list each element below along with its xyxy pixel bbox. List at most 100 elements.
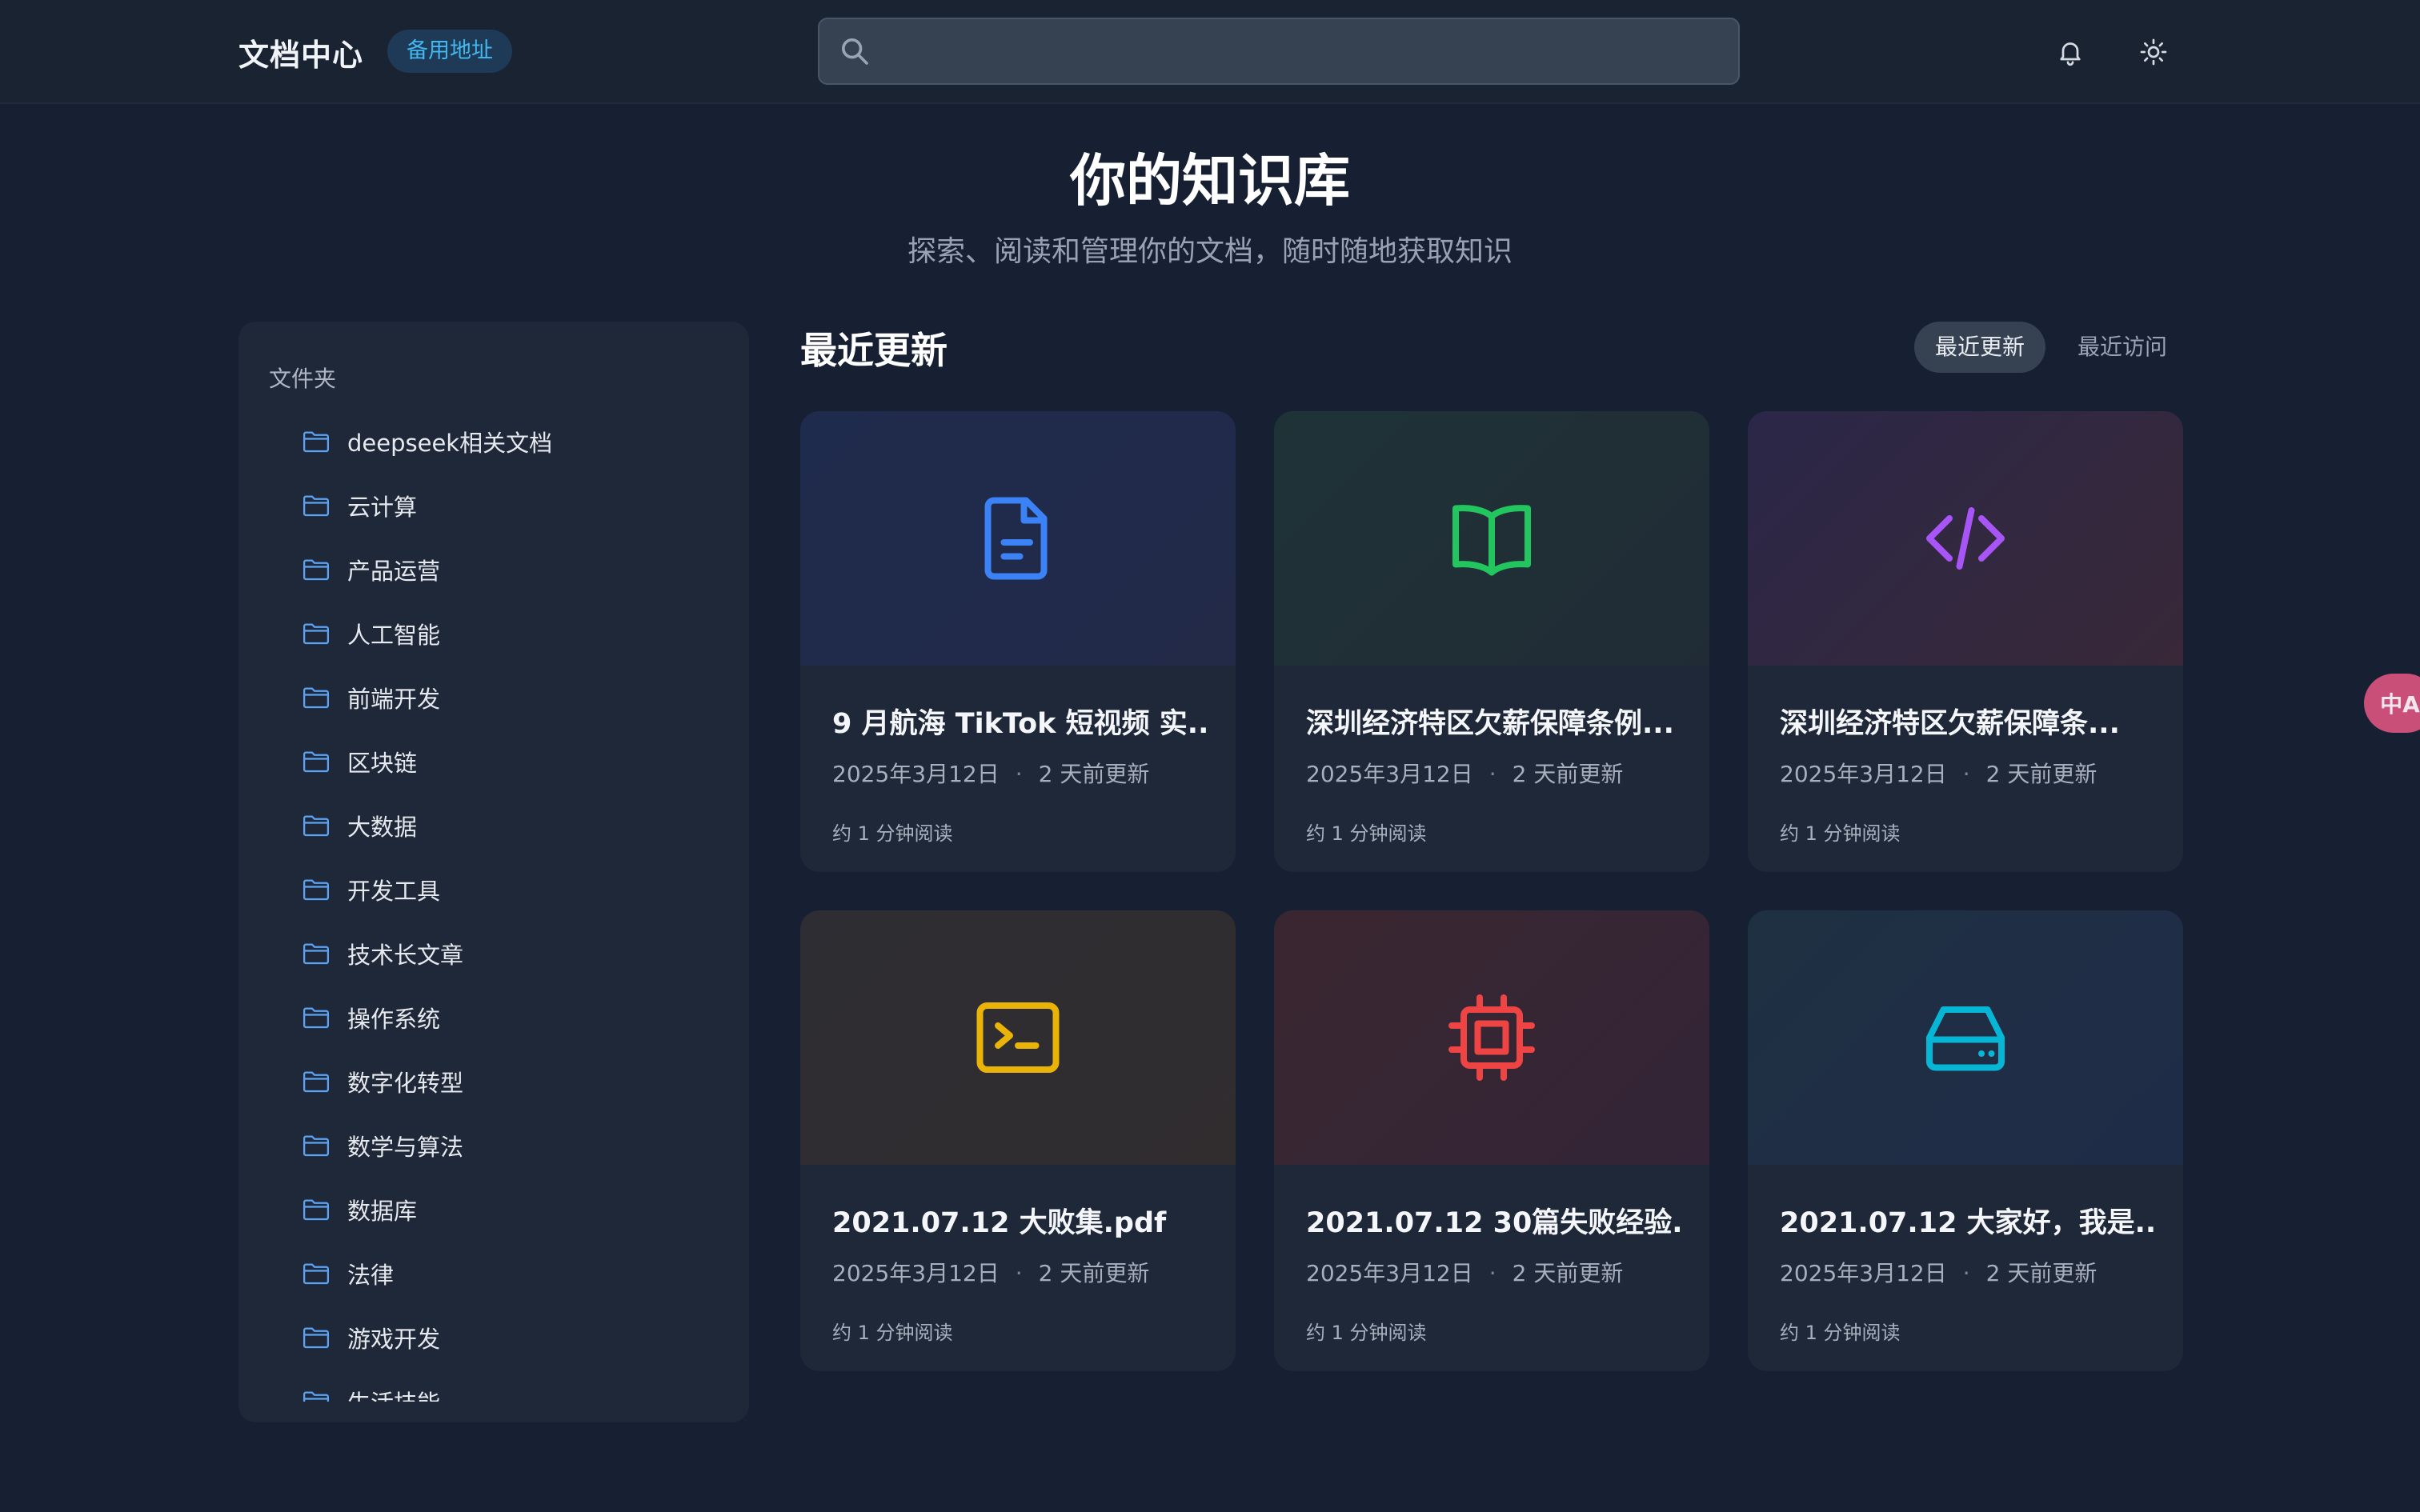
search-input[interactable] [883, 19, 1732, 83]
card-title[interactable]: 深圳经济特区欠薪保障条... [1780, 701, 2156, 742]
card-title[interactable]: 2021.07.12 30篇失败经验... [1306, 1200, 1682, 1241]
brand-title[interactable]: 文档中心 [238, 30, 363, 74]
folder-label: 法律 [347, 1262, 395, 1289]
folder-sidebar[interactable]: 文件夹 deepseek相关文档9云计算364产品运营355人工智能665前端开… [238, 322, 749, 1422]
notification-button[interactable] [2050, 32, 2090, 72]
card-thumbnail [1274, 910, 1709, 1165]
folder-icon [302, 1391, 330, 1402]
card-thumbnail [800, 910, 1236, 1165]
folder-label: 大数据 [347, 814, 418, 841]
card-title[interactable]: 2021.07.12 大家好，我是... [1780, 1200, 2156, 1241]
drive-icon [1926, 1006, 2005, 1071]
card-title[interactable]: 深圳经济特区欠薪保障条例... [1306, 701, 1682, 742]
code-icon [1926, 507, 2005, 570]
theme-toggle-button[interactable] [2134, 32, 2174, 72]
folder-icon [302, 1199, 330, 1221]
alt-address-badge[interactable]: 备用地址 [387, 30, 512, 73]
card-meta: 2025年3月12日 · 2 天前更新 [1780, 1256, 2097, 1288]
card-meta: 2025年3月12日 · 2 天前更新 [1306, 1256, 1623, 1288]
document-card[interactable]: 深圳经济特区欠薪保障条... 2025年3月12日 · 2 天前更新约 1 分钟阅读 [1748, 411, 2183, 872]
document-card[interactable]: 深圳经济特区欠薪保障条例... 2025年3月12日 · 2 天前更新约 1 分钟阅读 [1274, 411, 1709, 872]
folder-item[interactable]: 前端开发371 [302, 666, 749, 730]
folder-item[interactable]: 数字化转型59 [302, 1050, 749, 1114]
folder-item[interactable]: 数据库441 [302, 1178, 749, 1242]
page-subtitle: 探索、阅读和管理你的文档，随时随地获取知识 [907, 235, 1512, 268]
folder-label: 数学与算法 [347, 1134, 464, 1161]
folder-label: 数据库 [347, 1198, 418, 1225]
folder-item[interactable]: 技术长文章97 [302, 922, 749, 986]
folder-item[interactable]: 生活技能 [302, 1370, 749, 1402]
folder-icon [302, 879, 330, 901]
folder-list[interactable]: deepseek相关文档9云计算364产品运营355人工智能665前端开发371… [238, 410, 749, 1402]
card-read-time: 约 1 分钟阅读 [832, 822, 953, 845]
card-title[interactable]: 2021.07.12 大败集.pdf [832, 1200, 1208, 1241]
tab-recent-updates[interactable]: 最近更新 [1914, 322, 2046, 373]
card-read-time: 约 1 分钟阅读 [1780, 1322, 1901, 1344]
folder-item[interactable]: 游戏开发41 [302, 1306, 749, 1370]
card-read-time: 约 1 分钟阅读 [1306, 822, 1427, 845]
folder-item[interactable]: 数学与算法76 [302, 1114, 749, 1178]
folder-label: 技术长文章 [347, 942, 464, 969]
card-date: 2025年3月12日 [1780, 1260, 1947, 1286]
folder-item[interactable]: 操作系统492 [302, 986, 749, 1050]
tab-recent-visits[interactable]: 最近访问 [2057, 322, 2188, 373]
card-thumbnail [1748, 411, 2183, 666]
folder-label: 区块链 [347, 750, 418, 777]
folder-item[interactable]: 开发工具60 [302, 858, 749, 922]
folder-icon [302, 495, 330, 517]
folder-item[interactable]: 大数据344 [302, 794, 749, 858]
card-thumbnail [1274, 411, 1709, 666]
chip-icon [1448, 994, 1535, 1081]
folder-item[interactable]: 云计算364 [302, 474, 749, 538]
card-updated: 2 天前更新 [1985, 1260, 2097, 1286]
folder-icon [302, 1007, 330, 1029]
card-date: 2025年3月12日 [832, 761, 1000, 787]
terminal-icon [976, 1002, 1060, 1073]
card-updated: 2 天前更新 [1985, 761, 2097, 787]
card-date: 2025年3月12日 [832, 1260, 1000, 1286]
document-card[interactable]: 2021.07.12 大家好，我是... 2025年3月12日 · 2 天前更新约 1… [1748, 910, 2183, 1371]
folder-item[interactable]: 区块链35 [302, 730, 749, 794]
folder-item[interactable]: 产品运营355 [302, 538, 749, 602]
folder-item[interactable]: 人工智能665 [302, 602, 749, 666]
folder-label: 人工智能 [347, 622, 441, 649]
folder-icon [302, 815, 330, 837]
card-updated: 2 天前更新 [1512, 1260, 1624, 1286]
page-title: 你的知识库 [1070, 148, 1350, 214]
meta-separator: · [1015, 1260, 1023, 1286]
folder-label: 开发工具 [347, 878, 441, 905]
folder-label: 数字化转型 [347, 1070, 464, 1097]
bell-icon [2060, 42, 2081, 66]
card-read-time: 约 1 分钟阅读 [1780, 822, 1901, 845]
card-meta: 2025年3月12日 · 2 天前更新 [832, 1256, 1149, 1288]
folder-icon [302, 431, 330, 453]
card-title[interactable]: 9 月航海 TikTok 短视频 实... [832, 701, 1208, 742]
folder-label: 云计算 [347, 494, 418, 521]
folder-icon [302, 1327, 330, 1349]
folder-icon [302, 751, 330, 773]
card-meta: 2025年3月12日 · 2 天前更新 [832, 757, 1149, 789]
folder-icon [302, 1263, 330, 1285]
card-read-time: 约 1 分钟阅读 [832, 1322, 953, 1344]
card-thumbnail [800, 411, 1236, 666]
folder-item[interactable]: deepseek相关文档9 [302, 410, 749, 474]
document-card[interactable]: 9 月航海 TikTok 短视频 实... 2025年3月12日 · 2 天前更新约 … [800, 411, 1236, 872]
search-box[interactable] [818, 18, 1740, 85]
card-updated: 2 天前更新 [1038, 1260, 1150, 1286]
meta-separator: · [1962, 1260, 1970, 1286]
card-meta: 2025年3月12日 · 2 天前更新 [1780, 757, 2097, 789]
meta-separator: · [1015, 761, 1023, 787]
translate-button[interactable]: 中A [2364, 674, 2420, 733]
document-card[interactable]: 2021.07.12 30篇失败经验... 2025年3月12日 · 2 天前更新约 … [1274, 910, 1709, 1371]
folder-icon [302, 943, 330, 965]
folder-label: 生活技能 [347, 1385, 440, 1402]
card-thumbnail [1748, 910, 2183, 1165]
card-date: 2025年3月12日 [1780, 761, 1947, 787]
folder-label: 游戏开发 [347, 1326, 441, 1353]
folder-item[interactable]: 法律46 [302, 1242, 749, 1306]
folder-icon [302, 687, 330, 709]
folder-icon [302, 1071, 330, 1093]
document-card[interactable]: 2021.07.12 大败集.pdf 2025年3月12日 · 2 天前更新约 1 分… [800, 910, 1236, 1371]
folder-label: 产品运营 [347, 558, 441, 585]
section-title: 最近更新 [800, 329, 948, 372]
